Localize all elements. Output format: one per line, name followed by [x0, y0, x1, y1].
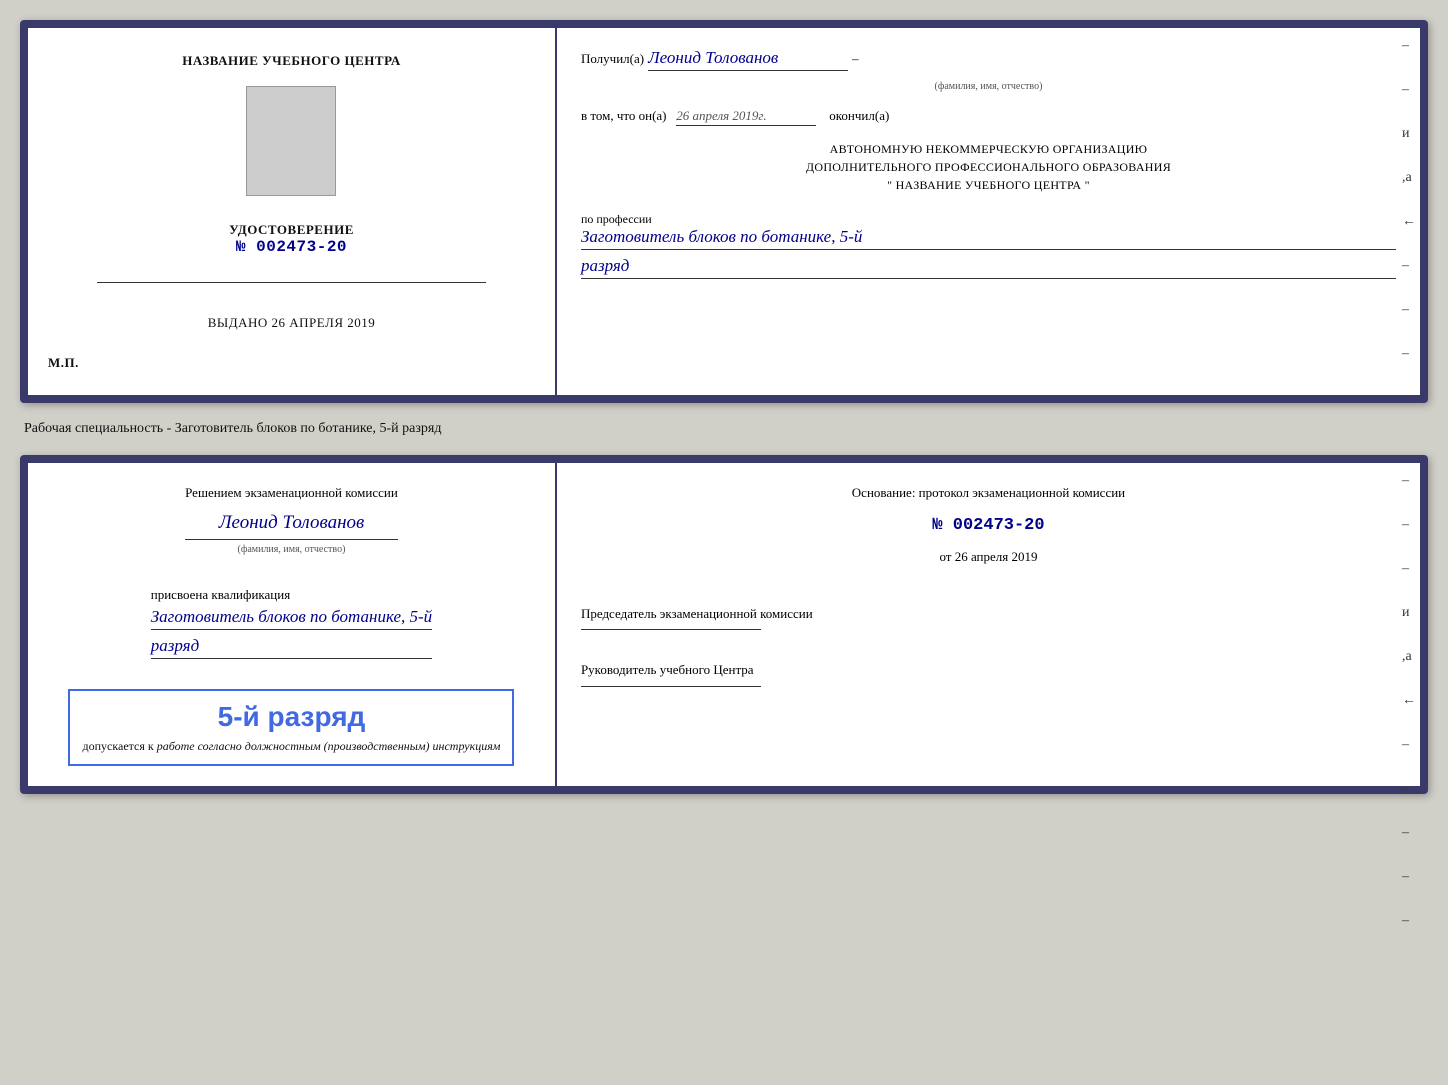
proto-number: № 002473-20: [581, 512, 1396, 539]
rukovoditel-block: Руководитель учебного Центра: [581, 660, 1396, 689]
page-wrapper: НАЗВАНИЕ УЧЕБНОГО ЦЕНТРА УДОСТОВЕРЕНИЕ №…: [20, 20, 1428, 794]
vertical-dashes-top: – – и ,а ← – – –: [1402, 38, 1416, 362]
resheniem-name: Леонид Толованов: [185, 509, 398, 541]
subtitle-text: Рабочая специальность - Заготовитель бло…: [20, 421, 1428, 437]
ot-date-block: от 26 апреля 2019: [581, 547, 1396, 568]
fio-caption-top: (фамилия, имя, отчество): [581, 81, 1396, 92]
prisvoena-profession: Заготовитель блоков по ботанике, 5-й: [151, 607, 432, 630]
poluchil-name: Леонид Толованов: [648, 48, 848, 71]
top-document: НАЗВАНИЕ УЧЕБНОГО ЦЕНТРА УДОСТОВЕРЕНИЕ №…: [20, 20, 1428, 403]
bottom-document: Решением экзаменационной комиссии Леонид…: [20, 455, 1428, 794]
udostoverenie-block: УДОСТОВЕРЕНИЕ № 002473-20: [229, 222, 354, 256]
ot-date: 26 апреля 2019: [955, 549, 1038, 564]
osnovanie-block: Основание: протокол экзаменационной коми…: [581, 483, 1396, 576]
prisvoena-label: присвоена квалификация: [151, 587, 290, 602]
razryad-val-top: разряд: [581, 256, 1396, 279]
top-doc-left: НАЗВАНИЕ УЧЕБНОГО ЦЕНТРА УДОСТОВЕРЕНИЕ №…: [28, 28, 557, 395]
vtom-line: в том, что он(а) 26 апреля 2019г. окончи…: [581, 108, 1396, 126]
udostoverenie-title: УДОСТОВЕРЕНИЕ: [229, 222, 354, 238]
predsedatel-label: Председатель экзаменационной комиссии: [581, 604, 1396, 624]
okonchil-label: окончил(а): [829, 108, 889, 123]
vydano-date: 26 апреля 2019: [271, 315, 375, 330]
mp-label: М.П.: [48, 347, 79, 371]
poluchil-line: Получил(а) Леонид Толованов –: [581, 48, 1396, 71]
bottom-doc-left: Решением экзаменационной комиссии Леонид…: [28, 463, 557, 786]
predsedatel-sig-line: [581, 629, 761, 630]
poluchil-label: Получил(а): [581, 51, 644, 67]
resheniem-label: Решением экзаменационной комиссии: [185, 485, 398, 500]
org-line1: АВТОНОМНУЮ НЕКОММЕРЧЕСКУЮ ОРГАНИЗАЦИЮ: [581, 140, 1396, 158]
razryad-bottom: разряд: [151, 636, 432, 659]
training-center-label: НАЗВАНИЕ УЧЕБНОГО ЦЕНТРА: [182, 52, 401, 70]
vydano-label: Выдано: [208, 315, 268, 330]
po-professii-block: по профессии Заготовитель блоков по бота…: [581, 212, 1396, 279]
dopuskaetsya-box: 5-й разряд допускается к работе согласно…: [68, 689, 514, 766]
profession-name-top: Заготовитель блоков по ботанике, 5-й: [581, 227, 1396, 250]
vydano-block: Выдано 26 апреля 2019: [208, 315, 376, 331]
vertical-dashes-bottom: – – – и ,а ← – – – – –: [1402, 473, 1416, 929]
rukovoditel-sig-line: [581, 686, 761, 687]
po-professii-label: по профессии: [581, 212, 652, 226]
razryad-big: 5-й разряд: [82, 701, 500, 733]
vtom-label: в том, что он(а): [581, 108, 667, 123]
org-line3: " НАЗВАНИЕ УЧЕБНОГО ЦЕНТРА ": [581, 176, 1396, 194]
fio-caption-bottom: (фамилия, имя, отчество): [185, 542, 398, 557]
prisvoena-block: присвоена квалификация Заготовитель блок…: [151, 587, 432, 659]
dopuskaetsya-text: допускается к работе согласно должностны…: [82, 739, 500, 754]
vtom-date: 26 апреля 2019г.: [676, 108, 816, 126]
osnovanie-label: Основание: протокол экзаменационной коми…: [581, 483, 1396, 504]
resheniem-block: Решением экзаменационной комиссии Леонид…: [185, 483, 398, 557]
photo-placeholder: [246, 86, 336, 196]
top-doc-right: Получил(а) Леонид Толованов – (фамилия, …: [557, 28, 1420, 395]
org-line2: ДОПОЛНИТЕЛЬНОГО ПРОФЕССИОНАЛЬНОГО ОБРАЗО…: [581, 158, 1396, 176]
rukovoditel-label: Руководитель учебного Центра: [581, 660, 1396, 680]
dopuskaetsya-label: допускается к: [82, 739, 153, 753]
udostoverenie-number: № 002473-20: [229, 238, 354, 256]
ot-label: от: [939, 549, 951, 564]
org-block: АВТОНОМНУЮ НЕКОММЕРЧЕСКУЮ ОРГАНИЗАЦИЮ ДО…: [581, 140, 1396, 194]
predsedatel-block: Председатель экзаменационной комиссии: [581, 604, 1396, 633]
dopuskaetsya-work-text: работе согласно должностным (производств…: [157, 739, 501, 753]
bottom-doc-right: Основание: протокол экзаменационной коми…: [557, 463, 1420, 786]
